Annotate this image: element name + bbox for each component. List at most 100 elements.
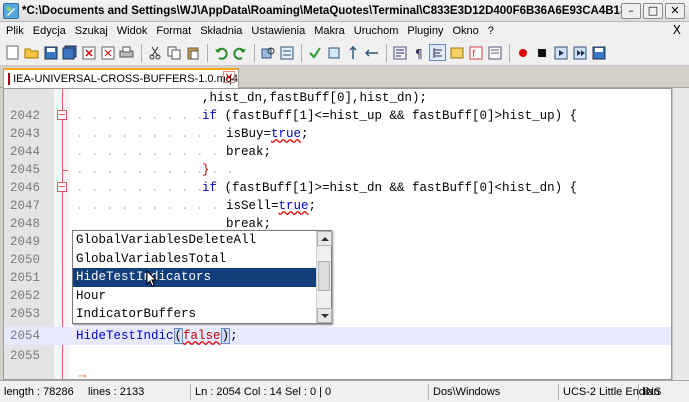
line-number: 2048 xyxy=(10,217,41,231)
indent-guide-icon[interactable] xyxy=(429,44,446,61)
code-text: HideTestIndic(false); xyxy=(76,327,238,345)
toolbar-separator xyxy=(141,43,142,62)
code-text: isBuy=true; xyxy=(226,125,309,143)
maximize-button[interactable]: □ xyxy=(643,3,663,19)
open-file-icon[interactable] xyxy=(23,44,40,61)
word-wrap-icon[interactable] xyxy=(391,44,408,61)
stop-macro-icon[interactable] xyxy=(533,44,550,61)
toolbar-separator xyxy=(207,43,208,62)
sync-h-icon[interactable] xyxy=(363,44,380,61)
zoom-in-icon[interactable] xyxy=(306,44,323,61)
tab-label: IEA-UNIVERSAL-CROSS-BUFFERS-1.0.mq4 xyxy=(13,73,238,85)
paren-close: ) xyxy=(220,328,231,344)
redo-icon[interactable] xyxy=(231,44,248,61)
condition: (fastBuff[1]<=hist_up && fastBuff[0]>his… xyxy=(217,109,578,123)
zoom-out-icon[interactable] xyxy=(325,44,342,61)
isbuy-assign: isBuy= xyxy=(226,127,272,141)
paste-icon[interactable] xyxy=(184,44,201,61)
close-document-button[interactable]: X xyxy=(673,23,681,37)
copy-icon[interactable] xyxy=(165,44,182,61)
true-keyword: true xyxy=(271,127,302,141)
record-macro-icon[interactable] xyxy=(514,44,531,61)
close-file-icon[interactable] xyxy=(80,44,97,61)
status-bar: length : 78286 lines : 2133 Ln : 2054 Co… xyxy=(0,380,689,402)
close-all-icon[interactable] xyxy=(99,44,116,61)
mouse-pointer-icon xyxy=(146,269,158,291)
sync-v-icon[interactable] xyxy=(344,44,361,61)
true-keyword: true xyxy=(278,199,309,213)
false-keyword: false xyxy=(183,329,221,343)
tab-bar: IEA-UNIVERSAL-CROSS-BUFFERS-1.0.mq4 ✕ xyxy=(0,66,689,88)
semicolon: ; xyxy=(301,127,309,141)
line-number: 2045 xyxy=(10,163,41,177)
line-number: 2054 xyxy=(10,329,41,343)
current-code-line[interactable]: 2054 HideTestIndic(false); xyxy=(4,327,671,345)
autocomplete-scrollbar[interactable] xyxy=(316,231,332,323)
find-icon[interactable] xyxy=(259,44,276,61)
autocomplete-item-selected[interactable]: HideTestIndicators xyxy=(73,268,331,287)
menu-makra[interactable]: Makra xyxy=(314,25,345,37)
code-line[interactable]: 2042 . . . . . . . . . . . if (fastBuff[… xyxy=(4,107,671,125)
toolbar-separator xyxy=(386,43,387,62)
menu-okno[interactable]: Okno xyxy=(452,25,478,37)
func-list-icon[interactable]: f xyxy=(467,44,484,61)
scroll-down-icon[interactable] xyxy=(317,308,332,323)
cut-icon[interactable] xyxy=(146,44,163,61)
menu-widok[interactable]: Widok xyxy=(117,25,148,37)
autocomplete-item[interactable]: GlobalVariablesDeleteAll xyxy=(73,231,331,250)
menu-skladnia[interactable]: Składnia xyxy=(200,25,242,37)
play-macro-icon[interactable] xyxy=(552,44,569,61)
tab-arrow-icon: ⟶ xyxy=(79,369,86,380)
print-icon[interactable] xyxy=(118,44,135,61)
autocomplete-item[interactable]: GlobalVariablesTotal xyxy=(73,250,331,269)
save-all-icon[interactable] xyxy=(61,44,78,61)
show-all-chars-icon[interactable]: ¶ xyxy=(410,44,427,61)
autocomplete-list[interactable]: GlobalVariablesDeleteAll GlobalVariables… xyxy=(72,230,332,324)
autocomplete-item[interactable]: IndicatorBuffers xyxy=(73,305,331,324)
line-number: 2047 xyxy=(10,199,41,213)
code-line[interactable]: 2047 . . . . . . . . . . . . . isSell=tr… xyxy=(4,197,671,215)
tab-document[interactable]: IEA-UNIVERSAL-CROSS-BUFFERS-1.0.mq4 ✕ xyxy=(3,68,239,88)
close-window-button[interactable]: ✕ xyxy=(665,3,685,19)
menu-edycja[interactable]: Edycja xyxy=(33,25,66,37)
editor-vertical-scrollbar[interactable] xyxy=(672,88,689,380)
code-line[interactable]: ,hist_dn,fastBuff[0],hist_dn); xyxy=(4,89,671,107)
menu-plik[interactable]: Plik xyxy=(6,25,24,37)
status-encoding: UCS-2 Little Endian xyxy=(558,384,660,400)
minimize-button[interactable]: – xyxy=(621,3,641,19)
menu-szukaj[interactable]: Szukaj xyxy=(75,25,108,37)
code-text: if (fastBuff[1]<=hist_up && fastBuff[0]>… xyxy=(202,107,577,125)
code-line[interactable]: 2044 . . . . . . . . . . . . . break; xyxy=(4,143,671,161)
menu-pluginy[interactable]: Pluginy xyxy=(407,25,443,37)
doc-map-icon[interactable] xyxy=(448,44,465,61)
code-line[interactable]: 2046 . . . . . . . . . . . if (fastBuff[… xyxy=(4,179,671,197)
line-number: 2053 xyxy=(10,307,41,321)
close-brace: } xyxy=(202,163,210,177)
svg-text:¶: ¶ xyxy=(415,47,423,60)
if-keyword: if xyxy=(202,181,218,195)
folder-workspace-icon[interactable] xyxy=(486,44,503,61)
save-macro-icon[interactable] xyxy=(590,44,607,61)
menu-uruchom[interactable]: Uruchom xyxy=(354,25,399,37)
code-line[interactable]: 2045 . . . . . . . . . . . } xyxy=(4,161,671,179)
notepad-plus-plus-icon xyxy=(3,2,19,19)
autocomplete-item[interactable]: Hour xyxy=(73,287,331,306)
menu-ustawienia[interactable]: Ustawienia xyxy=(251,25,305,37)
scroll-thumb[interactable] xyxy=(318,261,330,291)
undo-icon[interactable] xyxy=(212,44,229,61)
menu-help[interactable]: ? xyxy=(488,25,494,37)
close-tab-icon[interactable]: ✕ xyxy=(223,71,235,84)
code-line[interactable]: 2043 . . . . . . . . . . . . . isBuy=tru… xyxy=(4,125,671,143)
line-number: 2050 xyxy=(10,253,41,267)
menu-format[interactable]: Format xyxy=(156,25,191,37)
new-file-icon[interactable] xyxy=(4,44,21,61)
run-macro-multiple-icon[interactable] xyxy=(571,44,588,61)
code-line[interactable]: 2055 xyxy=(4,347,671,365)
line-number: 2046 xyxy=(10,181,41,195)
status-eol: Dos\Windows xyxy=(428,384,528,400)
scroll-up-icon[interactable] xyxy=(317,231,332,246)
save-icon[interactable] xyxy=(42,44,59,61)
fold-toggle-icon[interactable] xyxy=(57,182,67,192)
replace-icon[interactable] xyxy=(278,44,295,61)
fold-toggle-icon[interactable] xyxy=(57,110,67,120)
